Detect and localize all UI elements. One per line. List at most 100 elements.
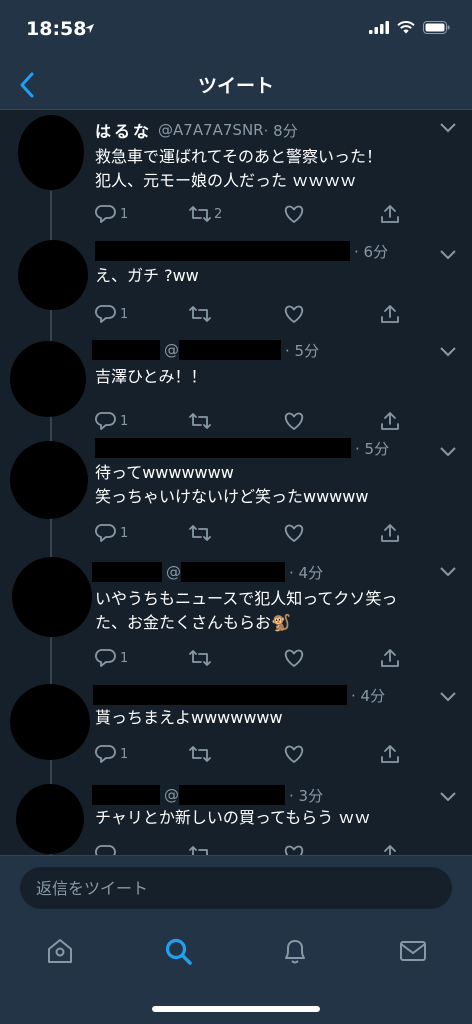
avatar[interactable] bbox=[12, 557, 92, 637]
like-button[interactable] bbox=[283, 648, 305, 668]
tweet-header: · 5分 bbox=[95, 437, 389, 459]
retweet-button[interactable] bbox=[189, 411, 211, 431]
heart-icon bbox=[284, 649, 304, 667]
timestamp: · 4分 bbox=[289, 563, 324, 582]
retweet-button[interactable] bbox=[189, 523, 211, 543]
share-icon bbox=[381, 649, 399, 667]
share-button[interactable] bbox=[379, 411, 401, 431]
tweet[interactable]: · 6分 え、ガチ ?ww 1 bbox=[0, 238, 472, 335]
retweet-button[interactable] bbox=[189, 844, 211, 855]
bell-icon[interactable] bbox=[280, 936, 310, 966]
wifi-icon bbox=[397, 21, 415, 34]
tweet-text: 吉澤ひとみ！！ bbox=[95, 367, 207, 386]
chevron-down-icon[interactable] bbox=[440, 567, 456, 577]
heart-icon bbox=[284, 205, 304, 223]
chevron-down-icon[interactable] bbox=[440, 692, 456, 702]
page-title: ツイート bbox=[197, 75, 274, 97]
tweet-actions: 1 bbox=[95, 523, 405, 545]
timestamp: · 6分 bbox=[354, 242, 389, 261]
retweet-button[interactable] bbox=[189, 744, 211, 764]
tweet-header: @ · 5分 bbox=[92, 339, 319, 361]
reply-composer bbox=[0, 855, 472, 920]
display-name[interactable]: はるな bbox=[95, 118, 152, 142]
nav-bar: ツイート bbox=[0, 60, 472, 110]
heart-icon bbox=[284, 305, 304, 323]
tweet[interactable]: · 4分 貰っちまえよwwwwwww 1 bbox=[0, 680, 472, 780]
tweet-header: @ · 4分 bbox=[92, 561, 323, 583]
avatar[interactable] bbox=[18, 240, 88, 310]
redacted-name bbox=[92, 785, 160, 805]
timestamp: · 5分 bbox=[285, 341, 320, 360]
share-button[interactable] bbox=[379, 304, 401, 324]
chevron-down-icon[interactable] bbox=[440, 792, 456, 802]
tweet-thread: はるな @A7A7A7SNR · 8分 救急車で運ばれてそのあと警察いった！ 犯… bbox=[0, 111, 472, 855]
like-button[interactable] bbox=[283, 411, 305, 431]
like-button[interactable] bbox=[283, 204, 305, 224]
tweet[interactable]: はるな @A7A7A7SNR · 8分 救急車で運ばれてそのあと警察いった！ 犯… bbox=[0, 111, 472, 238]
chevron-down-icon[interactable] bbox=[440, 447, 456, 457]
like-button[interactable] bbox=[283, 304, 305, 324]
username[interactable]: @ bbox=[164, 786, 179, 804]
avatar[interactable] bbox=[10, 341, 86, 417]
tweet[interactable]: · 5分 待ってwwwwwww 笑っちゃいけないけど笑ったwwwww 1 bbox=[0, 435, 472, 555]
reply-button[interactable]: 1 bbox=[95, 411, 128, 431]
reply-button[interactable]: 1 bbox=[95, 744, 128, 764]
tweet-text: チャリとか新しいの買ってもらう ｗｗ bbox=[95, 808, 371, 827]
chevron-down-icon[interactable] bbox=[440, 347, 456, 357]
reply-icon bbox=[95, 745, 116, 763]
share-icon bbox=[381, 412, 399, 430]
reply-button[interactable]: 1 bbox=[95, 204, 128, 224]
chevron-down-icon[interactable] bbox=[440, 123, 456, 133]
share-button[interactable] bbox=[379, 523, 401, 543]
reply-input[interactable] bbox=[20, 867, 452, 909]
avatar[interactable] bbox=[18, 115, 84, 190]
share-icon bbox=[381, 745, 399, 763]
reply-button[interactable] bbox=[95, 844, 117, 855]
like-button[interactable] bbox=[283, 844, 305, 855]
reply-icon bbox=[95, 412, 116, 430]
status-time: 18:58 bbox=[26, 18, 87, 40]
reply-button[interactable]: 1 bbox=[95, 304, 128, 324]
heart-icon bbox=[284, 745, 304, 763]
redacted-name bbox=[95, 438, 351, 458]
tweet-actions bbox=[95, 844, 405, 855]
share-button[interactable] bbox=[379, 744, 401, 764]
share-button[interactable] bbox=[379, 204, 401, 224]
retweet-icon bbox=[189, 525, 211, 541]
heart-icon bbox=[284, 845, 304, 855]
timestamp: · 5分 bbox=[355, 439, 390, 458]
tweet[interactable]: @ · 4分 いやうちもニュースで犯人知ってクソ笑っ た、お金たくさんもらお🐒 … bbox=[0, 555, 472, 680]
retweet-icon bbox=[189, 306, 211, 322]
home-icon[interactable] bbox=[45, 936, 75, 966]
retweet-button[interactable]: 2 bbox=[189, 204, 222, 224]
like-button[interactable] bbox=[283, 523, 305, 543]
tweet-header: はるな @A7A7A7SNR · 8分 bbox=[95, 119, 298, 141]
redacted-name bbox=[95, 241, 350, 261]
reply-button[interactable]: 1 bbox=[95, 523, 128, 543]
redacted-name bbox=[93, 685, 347, 705]
mail-icon[interactable] bbox=[398, 936, 428, 966]
username[interactable]: @ bbox=[166, 563, 181, 581]
share-icon bbox=[381, 524, 399, 542]
search-icon[interactable] bbox=[163, 936, 193, 966]
retweet-icon bbox=[189, 650, 211, 666]
tweet-actions: 1 2 bbox=[95, 204, 405, 226]
retweet-button[interactable] bbox=[189, 304, 211, 324]
tweet[interactable]: @ · 3分 チャリとか新しいの買ってもらう ｗｗ bbox=[0, 780, 472, 855]
avatar[interactable] bbox=[16, 784, 84, 854]
username[interactable]: @A7A7A7SNR bbox=[158, 121, 264, 139]
reply-icon bbox=[95, 524, 116, 542]
username[interactable]: @ bbox=[164, 341, 179, 359]
like-button[interactable] bbox=[283, 744, 305, 764]
tweet-text: え、ガチ ?ww bbox=[95, 266, 199, 285]
share-button[interactable] bbox=[379, 648, 401, 668]
tweet[interactable]: @ · 5分 吉澤ひとみ！！ 1 bbox=[0, 335, 472, 435]
retweet-button[interactable] bbox=[189, 648, 211, 668]
share-button[interactable] bbox=[379, 844, 401, 855]
tweet-header: · 6分 bbox=[95, 240, 388, 262]
chevron-down-icon[interactable] bbox=[440, 250, 456, 260]
avatar[interactable] bbox=[10, 441, 88, 519]
reply-button[interactable]: 1 bbox=[95, 648, 128, 668]
home-indicator bbox=[152, 1006, 320, 1012]
avatar[interactable] bbox=[10, 684, 90, 760]
